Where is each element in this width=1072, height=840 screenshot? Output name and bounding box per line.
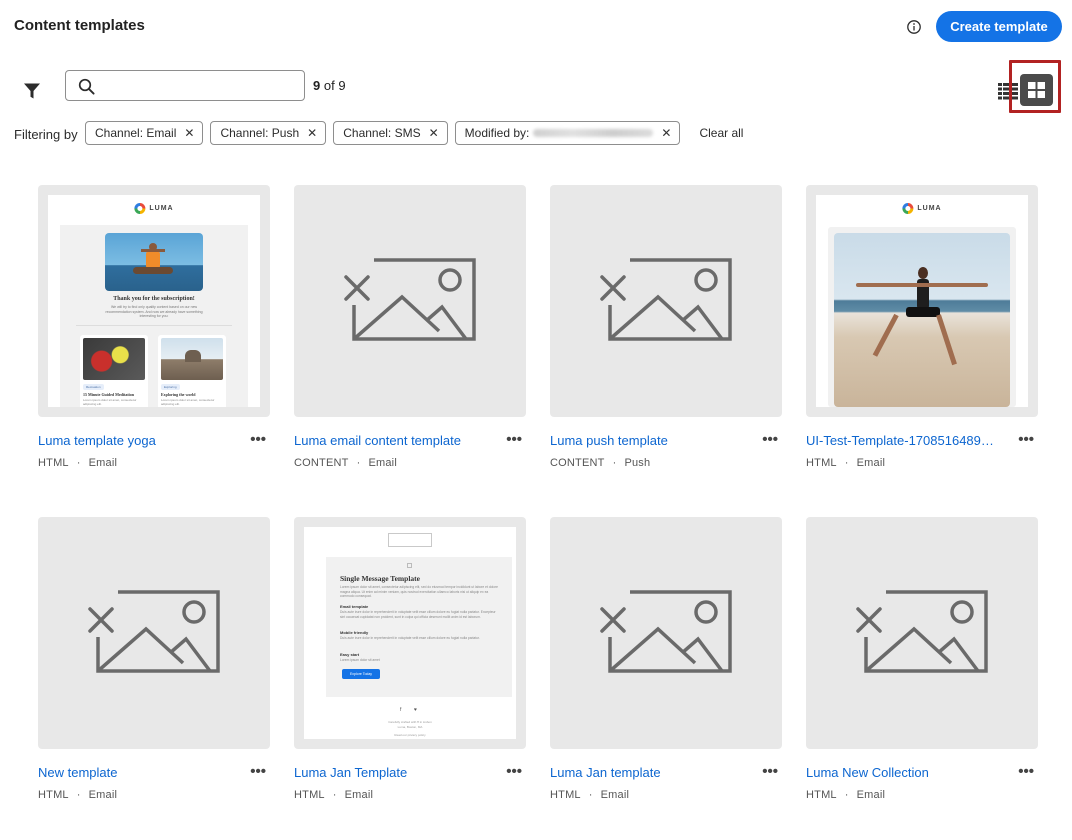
template-name[interactable]: Luma Jan template: [550, 765, 661, 780]
template-card[interactable]: New template ••• HTML · Email: [38, 517, 270, 817]
page-header: Content templates Create template: [14, 11, 1062, 42]
template-name[interactable]: Luma template yoga: [38, 433, 156, 448]
explore-button: Explore Today: [342, 669, 380, 679]
template-name[interactable]: UI-Test-Template-170851648906...: [806, 433, 1001, 448]
template-name[interactable]: Luma New Collection: [806, 765, 929, 780]
more-options-icon[interactable]: •••: [762, 431, 778, 448]
article-card: Exploring Exploring the world Lorem ipsu…: [158, 335, 226, 407]
close-icon[interactable]: ✕: [184, 126, 194, 140]
result-count: 9 of 9: [313, 78, 346, 93]
beach-yoga-image: [834, 233, 1010, 407]
template-card[interactable]: Single Message Template Lorem ipsum dolo…: [294, 517, 526, 817]
template-meta: HTML · Email: [294, 789, 374, 801]
search-icon: [78, 78, 95, 95]
luma-logo: LUMA: [134, 203, 173, 214]
template-card[interactable]: LUMA Thank you for the subscription! We …: [38, 185, 270, 485]
template-thumbnail[interactable]: Single Message Template Lorem ipsum dolo…: [294, 517, 526, 749]
template-card[interactable]: Luma Jan template ••• HTML · Email: [550, 517, 782, 817]
luma-logo: LUMA: [902, 203, 941, 214]
filter-chips: Channel: Email ✕ Channel: Push ✕ Channel: …: [85, 121, 743, 145]
close-icon[interactable]: ✕: [307, 126, 317, 140]
filter-chip-modified-by[interactable]: Modified by: ✕: [454, 121, 681, 145]
highlight-annotation: [1009, 60, 1061, 113]
more-options-icon[interactable]: •••: [506, 763, 522, 780]
template-meta: CONTENT · Email: [294, 457, 397, 469]
facebook-icon: f: [400, 707, 402, 713]
email-preview: LUMA Thank you for the subscription! We …: [48, 195, 260, 407]
template-meta: HTML · Email: [806, 789, 886, 801]
more-options-icon[interactable]: •••: [250, 763, 266, 780]
filter-icon[interactable]: [23, 82, 41, 100]
close-icon[interactable]: ✕: [429, 126, 439, 140]
template-thumbnail[interactable]: LUMA Thank you for the subscription! We …: [38, 185, 270, 417]
template-thumbnail[interactable]: [550, 185, 782, 417]
image-placeholder-icon: [600, 590, 732, 673]
email-preview: LUMA: [816, 195, 1028, 407]
more-options-icon[interactable]: •••: [250, 431, 266, 448]
filter-chip-push[interactable]: Channel: Push ✕: [210, 121, 327, 145]
template-name[interactable]: Luma email content template: [294, 433, 461, 448]
info-icon[interactable]: [906, 19, 922, 35]
filter-chip-sms[interactable]: Channel: SMS ✕: [333, 121, 448, 145]
redacted-user-name: [533, 129, 654, 137]
more-options-icon[interactable]: •••: [1018, 763, 1034, 780]
toolbar: 9 of 9: [14, 60, 1062, 113]
meditation-image: [105, 233, 203, 291]
create-template-button[interactable]: Create template: [936, 11, 1062, 42]
template-thumbnail[interactable]: LUMA: [806, 185, 1038, 417]
template-card[interactable]: Luma New Collection ••• HTML · Email: [806, 517, 1038, 817]
filter-bar: Filtering by Channel: Email ✕ Channel: Pu…: [14, 121, 1062, 145]
template-card[interactable]: LUMA UI-Test-Template-170851648906... ••…: [806, 185, 1038, 485]
filtering-by-label: Filtering by: [14, 127, 78, 142]
more-options-icon[interactable]: •••: [762, 763, 778, 780]
twitter-icon: ♥: [414, 707, 417, 713]
template-meta: HTML · Email: [38, 457, 118, 469]
image-placeholder-icon: [344, 258, 476, 341]
page-title: Content templates: [14, 17, 145, 34]
template-meta: CONTENT · Push: [550, 457, 651, 469]
template-thumbnail[interactable]: [38, 517, 270, 749]
more-options-icon[interactable]: •••: [506, 431, 522, 448]
article-card: Recreation 15 Minute Guided Meditation L…: [80, 335, 148, 407]
template-meta: HTML · Email: [38, 789, 118, 801]
image-placeholder-icon: [600, 258, 732, 341]
template-meta: HTML · Email: [550, 789, 630, 801]
template-card[interactable]: Luma email content template ••• CONTENT ·…: [294, 185, 526, 485]
template-thumbnail[interactable]: [294, 185, 526, 417]
template-meta: HTML · Email: [806, 457, 886, 469]
clear-all-button[interactable]: Clear all: [699, 126, 743, 140]
template-name[interactable]: Luma push template: [550, 433, 668, 448]
search-field[interactable]: [65, 70, 305, 101]
image-placeholder-icon: [88, 590, 220, 673]
template-card[interactable]: Luma push template ••• CONTENT · Push: [550, 185, 782, 485]
email-preview: Single Message Template Lorem ipsum dolo…: [304, 527, 516, 739]
image-placeholder-icon: [856, 590, 988, 673]
header-image-placeholder: [388, 533, 432, 547]
filter-chip-email[interactable]: Channel: Email ✕: [85, 121, 204, 145]
template-thumbnail[interactable]: [550, 517, 782, 749]
close-icon[interactable]: ✕: [661, 126, 671, 140]
template-name[interactable]: New template: [38, 765, 117, 780]
search-input[interactable]: [104, 75, 299, 97]
more-options-icon[interactable]: •••: [1018, 431, 1034, 448]
template-thumbnail[interactable]: [806, 517, 1038, 749]
template-name[interactable]: Luma Jan Template: [294, 765, 407, 780]
